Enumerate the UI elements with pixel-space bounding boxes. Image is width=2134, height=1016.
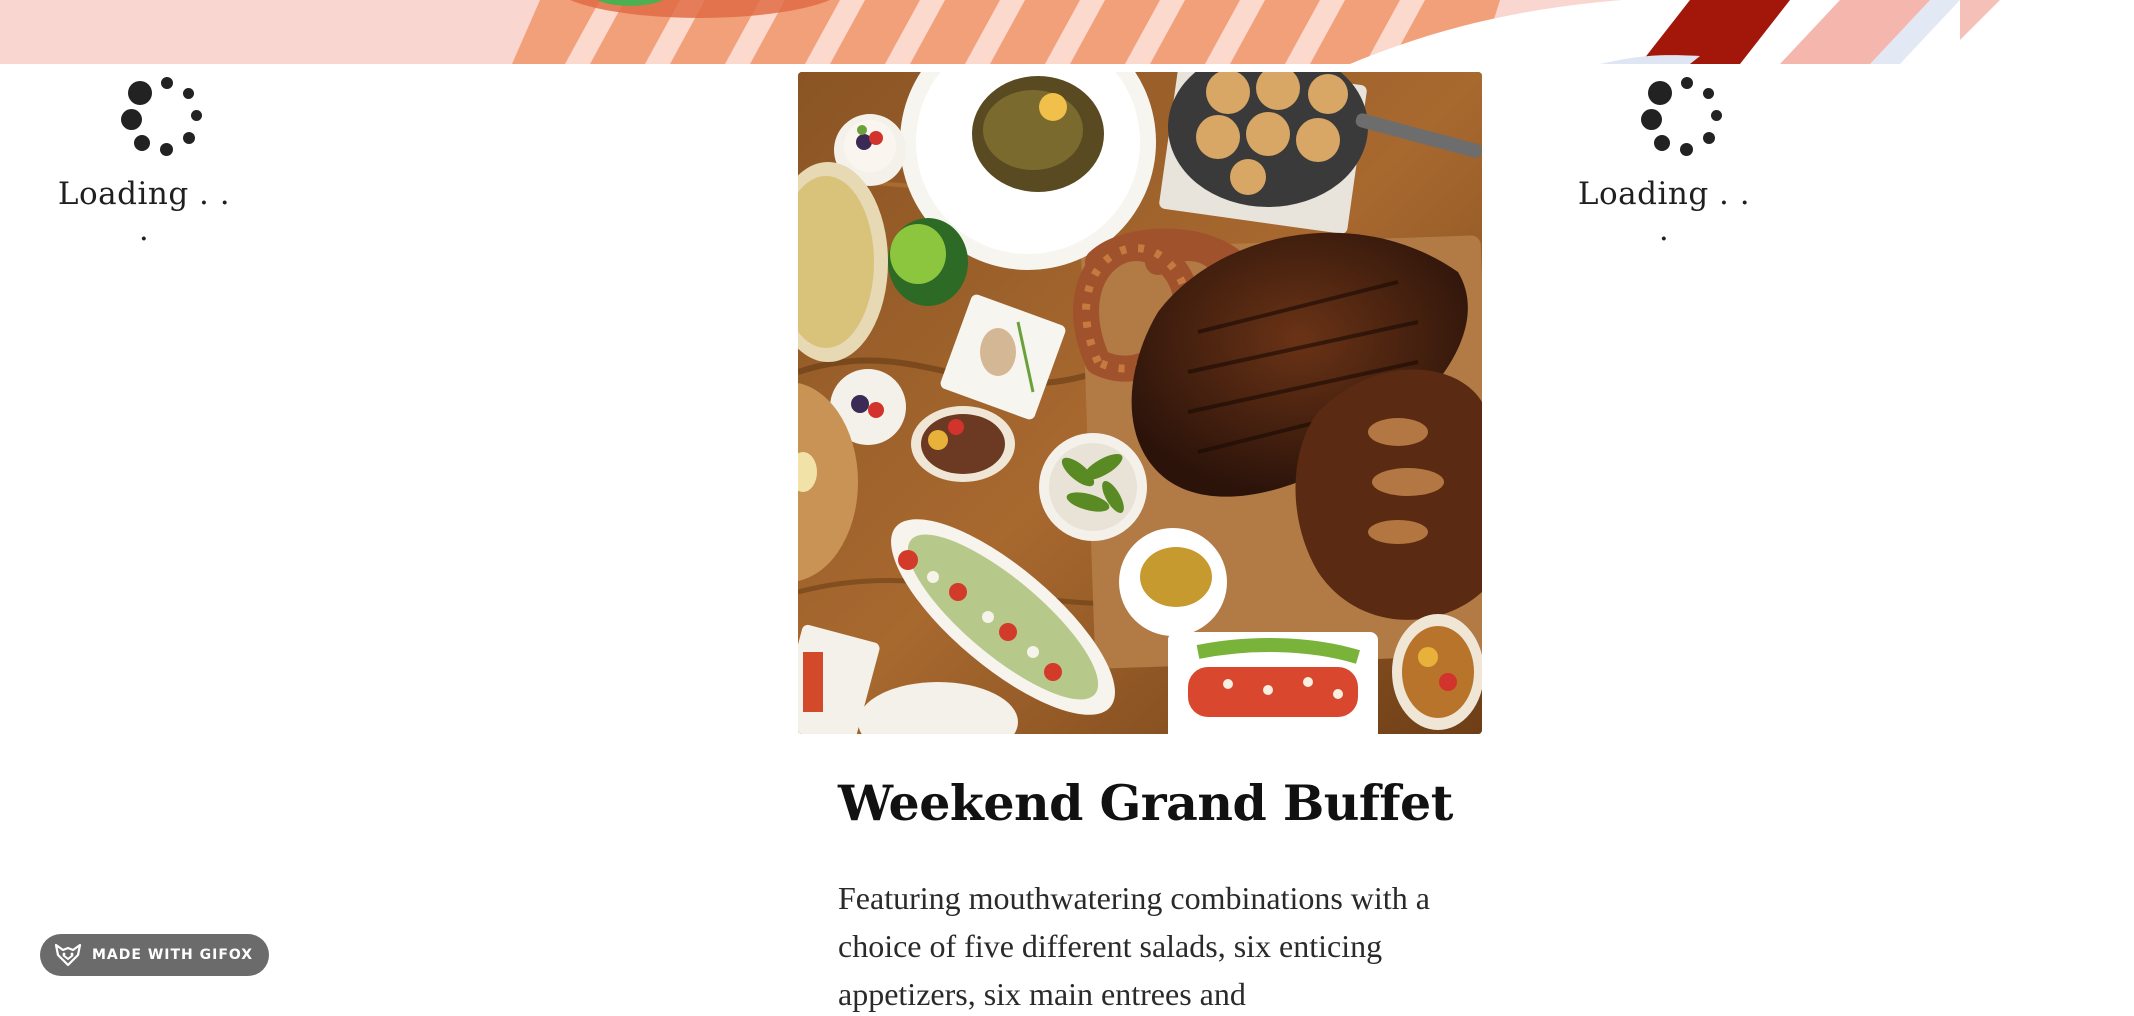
loading-label: Loading . . . (1577, 176, 1751, 248)
spinner-icon (94, 70, 202, 170)
loading-label: Loading . . . (57, 176, 231, 248)
made-with-gifox-badge[interactable]: MADE WITH GIFOX (40, 934, 270, 976)
buffet-food-image[interactable] (798, 72, 1482, 734)
top-decorative-banner (0, 0, 2134, 64)
spinner-icon (1614, 70, 1722, 170)
card-title: Weekend Grand Buffet (838, 774, 1453, 832)
badge-label: MADE WITH GIFOX (92, 947, 254, 963)
loading-indicator-right: Loading . . . (1574, 70, 1754, 248)
fox-icon (54, 943, 82, 967)
page: Loading . . . Loading . . . Weekend Gran… (0, 0, 2134, 1016)
card-description: Featuring mouthwatering combinations wit… (838, 880, 1430, 1012)
loading-indicator-left: Loading . . . (54, 70, 234, 248)
